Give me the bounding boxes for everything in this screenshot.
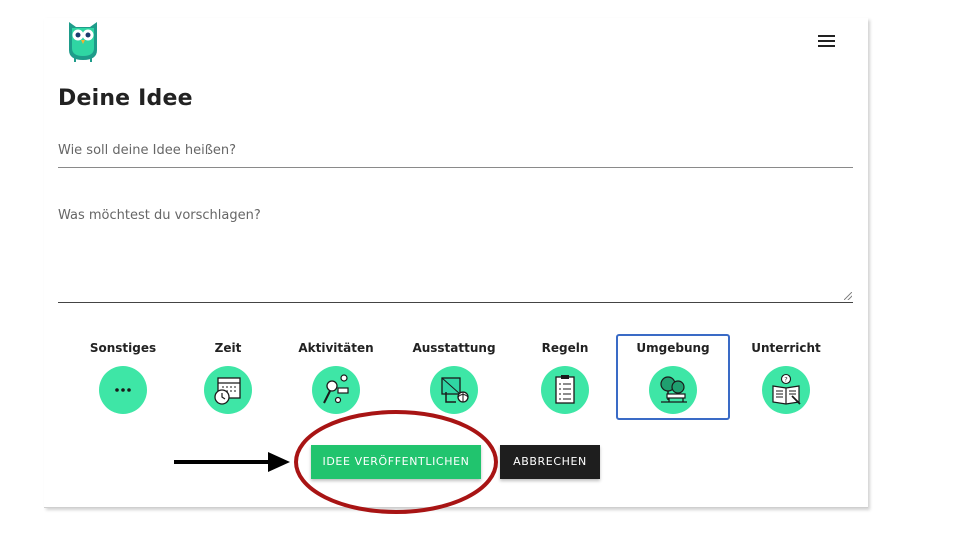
category-sonstiges[interactable]: Sonstiges: [66, 334, 180, 420]
category-regeln[interactable]: Regeln: [508, 334, 622, 420]
category-umgebung[interactable]: Umgebung: [616, 334, 730, 420]
hamburger-menu-icon[interactable]: [814, 32, 838, 52]
category-label: Ausstattung: [412, 341, 496, 355]
svg-text:?: ?: [784, 376, 787, 384]
pointer-arrow-icon: [174, 452, 290, 472]
activities-icon: [312, 366, 360, 414]
category-zeit[interactable]: Zeit: [171, 334, 285, 420]
owl-logo-icon[interactable]: [66, 18, 100, 62]
category-label: Sonstiges: [89, 341, 157, 355]
cancel-button[interactable]: ABBRECHEN: [500, 445, 600, 479]
publish-idea-button[interactable]: IDEE VERÖFFENTLICHEN: [311, 445, 481, 479]
resize-handle-icon[interactable]: [844, 292, 852, 300]
equipment-icon: [430, 366, 478, 414]
category-aktivitaeten[interactable]: Aktivitäten: [279, 334, 393, 420]
calendar-clock-icon: [204, 366, 252, 414]
category-label: Umgebung: [636, 341, 710, 355]
category-label: Unterricht: [751, 341, 821, 355]
page-title: Deine Idee: [58, 86, 193, 111]
idea-description-textarea[interactable]: [58, 206, 853, 303]
category-unterricht[interactable]: Unterricht ?: [729, 334, 843, 420]
clipboard-rules-icon: [541, 366, 589, 414]
category-label: Zeit: [214, 341, 242, 355]
idea-name-input[interactable]: [58, 140, 853, 168]
book-lesson-icon: ?: [762, 366, 810, 414]
category-ausstattung[interactable]: Ausstattung: [397, 334, 511, 420]
category-label: Aktivitäten: [298, 341, 374, 355]
environment-trees-bench-icon: [649, 366, 697, 414]
category-label: Regeln: [541, 341, 589, 355]
more-dots-icon: [99, 366, 147, 414]
